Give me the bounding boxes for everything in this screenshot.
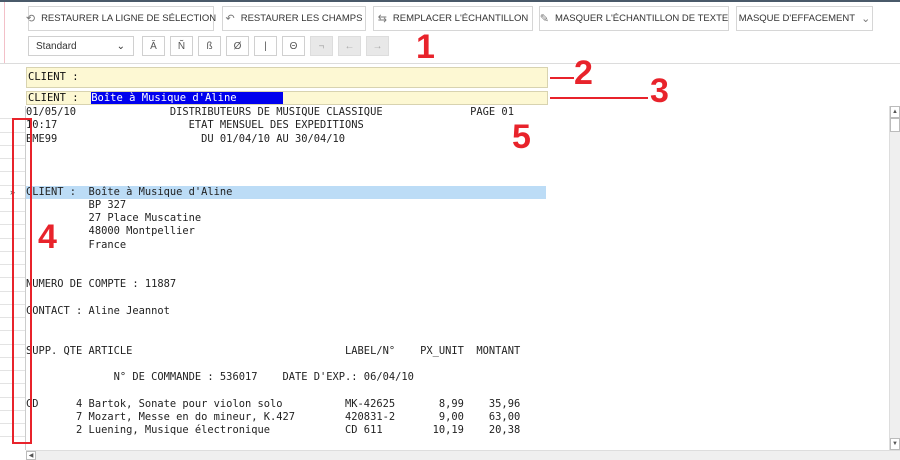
report-line: 10:17 ETAT MENSUEL DES EXPEDITIONS — [26, 119, 364, 132]
report-line — [26, 252, 546, 265]
replace-sample-icon: ⇆ — [377, 13, 387, 25]
report-line: BP 327 — [26, 198, 127, 211]
char-button[interactable]: Ø — [226, 36, 249, 56]
mask-text-icon: ✎ — [539, 13, 549, 25]
report-line: 48000 Montpellier — [26, 225, 195, 238]
char-button[interactable]: Ñ — [170, 36, 193, 56]
char-button[interactable]: Ă — [142, 36, 165, 56]
report-line — [26, 172, 546, 185]
report-line: CLIENT : Boîte à Musique d'Aline — [26, 185, 546, 199]
char-button-disabled[interactable]: ¬ — [310, 36, 333, 56]
annotation-box-4 — [12, 118, 32, 444]
report-line — [26, 146, 546, 159]
report-line: BME99 DU 01/04/10 AU 30/04/10 — [26, 132, 346, 145]
report-line: 27 Place Muscatine — [26, 212, 202, 224]
erase-mask-dropdown[interactable]: MASQUE D'EFFACEMENT ⌄ — [736, 6, 873, 31]
report-line: 7 Mozart, Messe en do mineur, K.427 4208… — [26, 410, 521, 423]
scroll-down-icon[interactable]: ▼ — [890, 438, 900, 450]
button-label: MASQUER L'ÉCHANTILLON DE TEXTE — [555, 13, 729, 24]
report-line: SUPP. QTE ARTICLE LABEL/N° PX_UNIT MONTA… — [26, 344, 521, 357]
selection-prefix: CLIENT : — [28, 92, 92, 104]
button-label: MASQUE D'EFFACEMENT — [738, 13, 856, 24]
arrow-right-button[interactable]: → — [366, 36, 389, 56]
chevron-down-icon: ⌄ — [861, 13, 871, 25]
arrow-left-button[interactable]: ← — [338, 36, 361, 56]
button-label: RESTAURER LA LIGNE DE SÉLECTION — [41, 13, 217, 24]
report-line — [26, 265, 546, 278]
report-line: France — [26, 238, 127, 251]
restore-fields-icon: ↶ — [225, 13, 235, 25]
annotation-2: 2 — [574, 54, 593, 92]
restore-selection-line-button[interactable]: ⟲ RESTAURER LA LIGNE DE SÉLECTION — [25, 6, 217, 31]
button-label: RESTAURER LES CHAMPS — [240, 13, 363, 24]
sample-field-text: CLIENT : — [28, 71, 79, 83]
scroll-thumb[interactable] — [890, 118, 900, 132]
report-line: 01/05/10 DISTRIBUTEURS DE MUSIQUE CLASSI… — [26, 106, 514, 118]
report-line: NUMERO DE COMPTE : 11887 — [26, 278, 177, 291]
mask-text-sample-button[interactable]: ✎ MASQUER L'ÉCHANTILLON DE TEXTE — [539, 6, 729, 31]
annotation-line-3 — [550, 97, 648, 99]
report-line — [26, 358, 546, 371]
restore-fields-button[interactable]: ↶ RESTAURER LES CHAMPS — [222, 6, 366, 31]
replace-sample-button[interactable]: ⇆ REMPLACER L'ÉCHANTILLON — [373, 6, 533, 31]
report-line — [26, 159, 546, 172]
toolbar-divider — [0, 63, 900, 64]
margin-line — [4, 2, 5, 64]
selection-value: Boîte à Musique d'Aline — [91, 92, 283, 104]
report-line — [26, 331, 546, 344]
charset-value: Standard — [36, 40, 77, 52]
restore-selection-icon: ⟲ — [25, 13, 36, 25]
button-label: REMPLACER L'ÉCHANTILLON — [392, 13, 529, 24]
annotation-line-2 — [550, 77, 574, 79]
report-line: N° DE COMMANDE : 536017 DATE D'EXP.: 06/… — [26, 371, 414, 383]
report-line — [26, 318, 546, 331]
vertical-scrollbar[interactable]: ▲ ▼ — [889, 106, 900, 450]
chevron-down-icon: ⌄ — [116, 40, 125, 52]
selection-field[interactable]: CLIENT : Boîte à Musique d'Aline — [26, 91, 548, 105]
report-view[interactable]: 01/05/10 DISTRIBUTEURS DE MUSIQUE CLASSI… — [26, 106, 889, 450]
scroll-up-icon[interactable]: ▲ — [890, 106, 900, 118]
char-button[interactable]: ß — [198, 36, 221, 56]
char-button[interactable]: Θ — [282, 36, 305, 56]
window-top-border — [0, 0, 900, 2]
annotation-4: 4 — [38, 218, 57, 256]
report-line — [26, 384, 546, 397]
sample-field[interactable]: CLIENT : — [26, 67, 548, 88]
report-line: CONTACT : Aline Jeannot — [26, 304, 170, 317]
report-line: 2 Luening, Musique électronique CD 611 1… — [26, 424, 521, 436]
charset-select[interactable]: Standard ⌄ — [28, 36, 134, 56]
horizontal-scrollbar[interactable]: ◀ — [26, 450, 900, 460]
annotation-5: 5 — [512, 118, 531, 156]
report-line — [26, 292, 546, 305]
char-button[interactable]: | — [254, 36, 277, 56]
scroll-left-icon[interactable]: ◀ — [26, 451, 36, 460]
report-line: CD 4 Bartok, Sonate pour violon solo MK-… — [26, 397, 521, 410]
annotation-3: 3 — [650, 72, 669, 110]
annotation-1: 1 — [416, 28, 435, 66]
